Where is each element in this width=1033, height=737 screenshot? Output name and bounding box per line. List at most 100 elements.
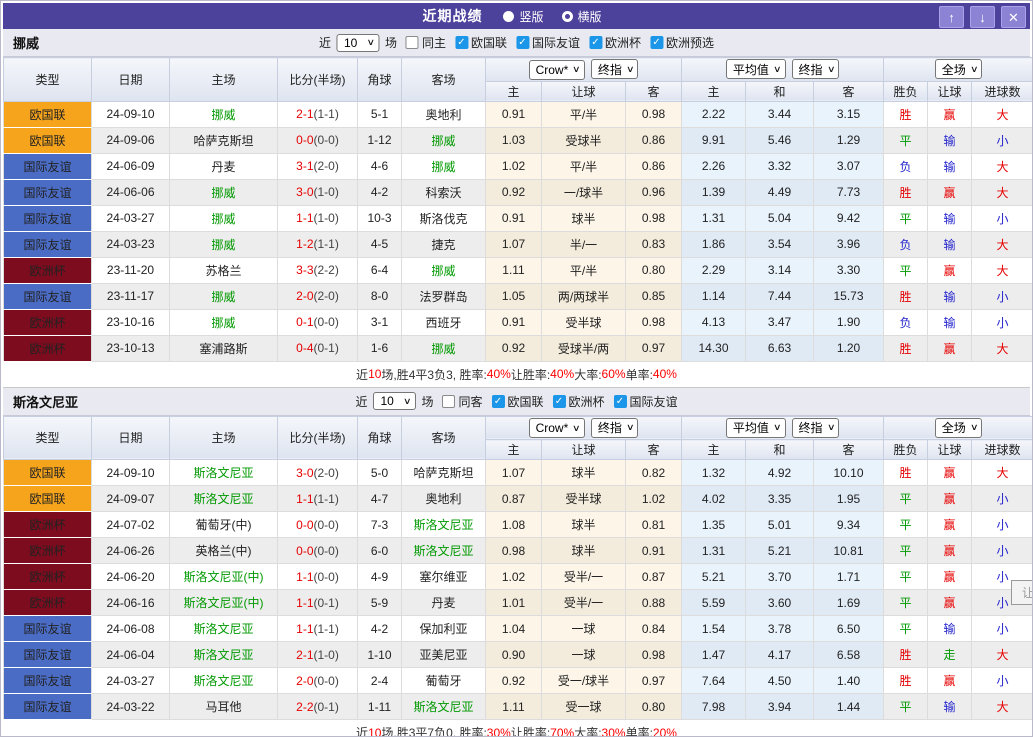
result-goals: 大 [971, 459, 1032, 486]
result-handicap: 赢 [927, 256, 973, 284]
result-win-draw-loss: 负 [883, 308, 929, 336]
crow-handicap: 球半 [541, 459, 626, 486]
score-cell: 0-0(0-0) [277, 126, 358, 154]
crow-handicap: 一/球半 [541, 178, 626, 206]
league-filter-checkbox[interactable]: ✓ [454, 36, 468, 49]
corner-cell: 1-11 [357, 693, 402, 720]
avg-draw-odds: 5.04 [745, 204, 814, 232]
team-name: 斯洛文尼亚 [13, 394, 79, 410]
header-dropdown[interactable]: 终指 ∨ [590, 59, 639, 79]
score-cell: 0-0(0-0) [277, 511, 358, 538]
league-cell: 国际友谊 [3, 641, 92, 668]
avg-away-odds: 9.34 [812, 511, 885, 538]
recent-count-select[interactable]: 10 ∨ [372, 392, 417, 410]
header-dropdown-value: Crow* [535, 421, 569, 435]
header-dropdown-value: 终指 [597, 421, 622, 435]
result-handicap: 赢 [927, 537, 973, 564]
league-filter-checkbox[interactable]: ✓ [552, 394, 566, 408]
result-goals: 大 [971, 100, 1032, 128]
away-team-cell: 丹麦 [401, 589, 486, 616]
header-dropdown[interactable]: 平均值 ∨ [725, 59, 786, 80]
crow-away-odds: 0.87 [625, 563, 682, 590]
header-dropdown-value: 平均值 [732, 62, 769, 77]
league-filter-checkbox[interactable]: ✓ [491, 394, 505, 408]
header-dropdown[interactable]: Crow* ∨ [528, 418, 585, 438]
league-cell: 欧洲杯 [3, 563, 92, 590]
avg-draw-odds: 3.47 [745, 308, 814, 336]
result-handicap: 输 [927, 230, 973, 258]
avg-draw-odds: 5.21 [745, 537, 814, 564]
league-filter-checkbox[interactable]: ✓ [589, 36, 602, 49]
corner-cell: 6-0 [357, 537, 402, 564]
header-dropdown-value: 全场 [941, 62, 966, 77]
summary-segment: 10 [368, 367, 382, 381]
full-time-score: 2-0 [296, 289, 314, 303]
avg-draw-odds: 3.32 [745, 152, 814, 180]
score-cell: 1-1(0-0) [277, 563, 358, 590]
move-down-button[interactable]: ↓ [970, 6, 995, 28]
column-header: 类型 [3, 415, 92, 460]
same-venue-checkbox[interactable] [405, 36, 419, 49]
crow-handicap: 两/两球半 [541, 282, 626, 310]
date-cell: 24-06-26 [91, 537, 170, 564]
avg-away-odds: 1.95 [812, 485, 885, 512]
date-cell: 24-06-08 [91, 615, 170, 642]
table-row: 国际友谊 24-06-04 斯洛文尼亚 2-1(1-0) 1-10 亚美尼亚 0.90 一球 0… [3, 641, 1032, 668]
sub-column-header: 主 [485, 439, 542, 460]
same-venue-label: 同客 [458, 394, 483, 409]
avg-away-odds: 3.15 [812, 100, 885, 128]
full-time-score: 1-1 [296, 621, 314, 636]
crow-home-odds: 0.91 [485, 204, 542, 232]
corner-cell: 4-7 [357, 485, 402, 512]
crow-home-odds: 1.11 [485, 256, 542, 284]
result-win-draw-loss: 平 [883, 126, 929, 154]
crow-handicap: 球半 [541, 511, 626, 538]
games-label: 场 [421, 394, 434, 409]
header-dropdown[interactable]: 终指 ∨ [791, 59, 840, 80]
league-filter-checkbox[interactable]: ✓ [613, 394, 627, 408]
header-row-groups: 类型 日期 主场 比分(半场) 角球 客场 Crow* ∨ 终指 ∨ 平均值 ∨ 终指 ∨ 全场 ∨ [3, 57, 1032, 102]
summary-segment: 大率: [574, 726, 602, 737]
half-time-score: (2-0) [313, 465, 339, 480]
avg-away-odds: 15.73 [812, 282, 885, 310]
sub-column-header: 主 [681, 439, 746, 460]
header-dropdown[interactable]: 终指 ∨ [590, 417, 639, 438]
league-filter-checkbox[interactable]: ✓ [515, 36, 529, 49]
header-dropdown[interactable]: 全场 ∨ [934, 417, 983, 438]
recent-label: 近 [318, 36, 331, 50]
date-cell: 24-03-22 [91, 693, 170, 720]
move-up-button[interactable]: ↑ [939, 6, 964, 28]
avg-away-odds: 10.10 [812, 459, 885, 486]
date-cell: 24-03-23 [91, 230, 170, 258]
score-cell: 0-0(0-0) [277, 537, 358, 564]
header-dropdown[interactable]: 平均值 ∨ [725, 417, 786, 438]
league-filter-checkbox[interactable]: ✓ [650, 36, 664, 49]
result-goals: 小 [971, 282, 1032, 310]
sub-column-header: 让球 [927, 80, 973, 102]
odds-group-header: 全场 ∨ [883, 415, 1032, 440]
header-dropdown[interactable]: Crow* ∨ [528, 59, 585, 80]
header-dropdown[interactable]: 全场 ∨ [934, 59, 983, 80]
table-row: 国际友谊 24-06-09 丹麦 3-1(2-0) 4-6 挪威 1.02 平/半 0.86 2.… [3, 152, 1032, 180]
corner-cell: 5-0 [357, 459, 402, 486]
avg-home-odds: 5.59 [681, 589, 746, 616]
chevron-down-icon: ∨ [625, 63, 635, 74]
result-goals: 小 [971, 308, 1032, 336]
away-team-cell: 斯洛文尼亚 [401, 693, 486, 720]
same-venue-checkbox[interactable] [442, 394, 456, 408]
away-team-cell: 西班牙 [401, 308, 486, 336]
half-time-score: (1-1) [313, 237, 339, 251]
radio-vertical-layout[interactable]: 竖版 [503, 8, 544, 25]
odds-group-header: 全场 ∨ [883, 57, 1032, 82]
league-cell: 国际友谊 [3, 178, 92, 206]
half-time-score: (1-1) [313, 491, 339, 506]
header-dropdown[interactable]: 终指 ∨ [791, 417, 840, 438]
recent-count-select[interactable]: 10 ∨ [335, 33, 380, 52]
radio-horizontal-layout[interactable]: 横版 [561, 8, 602, 25]
score-cell: 2-2(0-1) [277, 693, 358, 720]
close-button[interactable]: ✕ [1001, 6, 1026, 28]
avg-home-odds: 1.47 [681, 641, 746, 668]
home-team-cell: 苏格兰 [169, 256, 278, 284]
home-team-cell: 斯洛文尼亚 [169, 641, 278, 668]
crow-away-odds: 0.88 [625, 589, 682, 616]
